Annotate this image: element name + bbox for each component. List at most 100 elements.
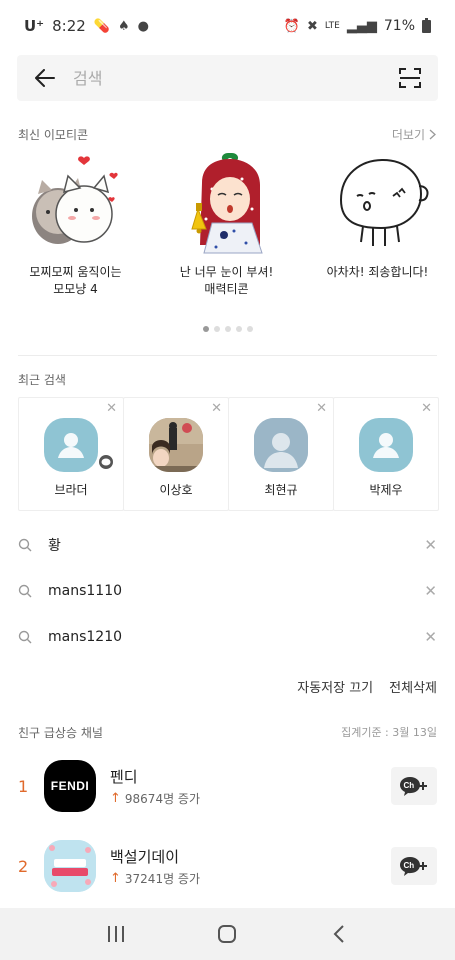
avatar bbox=[149, 418, 203, 472]
close-icon[interactable]: ✕ bbox=[316, 402, 327, 415]
chat-badge-icon bbox=[97, 453, 115, 471]
back-arrow-icon bbox=[35, 69, 55, 87]
emoticon-item[interactable]: 모찌모찌 움직이는 모모냥 4 bbox=[0, 148, 151, 308]
recent-person-card[interactable]: ✕ 최현규 bbox=[228, 397, 334, 511]
channel-logo bbox=[44, 840, 96, 892]
delete-all-button[interactable]: 전체삭제 bbox=[389, 677, 437, 696]
add-channel-button[interactable]: Ch bbox=[391, 767, 437, 805]
lte-indicator: LTE bbox=[324, 20, 340, 31]
signal-icon: ▂▄▆ bbox=[346, 18, 377, 34]
more-link[interactable]: 더보기 bbox=[392, 126, 436, 143]
person-name: 브라더 bbox=[54, 483, 88, 497]
status-right: ⏰ ✖ LTE ▂▄▆ 71% bbox=[283, 17, 431, 34]
mute-icon: ✖ bbox=[307, 18, 318, 34]
channel-rank: 1 bbox=[18, 776, 29, 796]
recent-person-card[interactable]: ✕ 이상호 bbox=[123, 397, 229, 511]
girl-bell-emoticon bbox=[172, 148, 282, 256]
add-channel-icon: Ch bbox=[400, 777, 427, 796]
alarm-icon: ⏰ bbox=[283, 18, 300, 34]
avatar bbox=[44, 418, 98, 472]
default-profile-icon bbox=[58, 433, 84, 458]
qr-scan-button[interactable] bbox=[382, 55, 438, 101]
person-name: 이상호 bbox=[159, 483, 193, 497]
emoticon-label: 모찌모찌 움직이는 모모냥 4 bbox=[29, 265, 122, 296]
history-keyword: mans1110 bbox=[48, 583, 123, 599]
svg-text:Ch: Ch bbox=[404, 781, 415, 790]
talk-icon: ● bbox=[137, 18, 149, 34]
battery-percent: 71% bbox=[383, 18, 415, 34]
close-icon[interactable]: ✕ bbox=[211, 402, 222, 415]
channel-info: 백설기데이 ↑ 37241명 증가 bbox=[110, 846, 391, 887]
divider bbox=[18, 355, 437, 356]
rising-channels-title: 친구 급상승 채널 bbox=[18, 726, 103, 740]
channel-info: 펜디 ↑ 98674명 증가 bbox=[110, 766, 391, 807]
channel-rank: 2 bbox=[18, 856, 29, 876]
recent-person-card[interactable]: ✕ 브라더 bbox=[18, 397, 124, 511]
history-item[interactable]: mans1210 ✕ bbox=[0, 614, 455, 660]
stat-text: 37241명 증가 bbox=[124, 871, 201, 886]
default-profile-icon bbox=[373, 433, 399, 458]
close-icon[interactable]: ✕ bbox=[106, 402, 117, 415]
history-keyword: 황 bbox=[48, 538, 61, 554]
autosave-off-button[interactable]: 자동저장 끄기 bbox=[297, 677, 373, 696]
channel-name: 펜디 bbox=[110, 767, 138, 786]
arrow-up-icon: ↑ bbox=[110, 790, 121, 806]
emoticon-item[interactable]: 난 너무 눈이 부셔! 매력티콘 bbox=[151, 148, 302, 308]
profile-photo bbox=[149, 418, 203, 472]
page-dot[interactable] bbox=[224, 326, 231, 332]
channel-row[interactable]: 2 백설기데이 ↑ 37241명 증가 Ch bbox=[0, 836, 455, 896]
channel-stat: ↑ 98674명 증가 bbox=[110, 790, 391, 807]
notification-icon: ♠ bbox=[117, 18, 130, 34]
baekseolgi-logo bbox=[44, 840, 96, 892]
home-button[interactable] bbox=[207, 914, 247, 954]
history-keyword: mans1210 bbox=[48, 629, 123, 645]
battery-icon bbox=[422, 17, 431, 33]
pill-icon: 💊 bbox=[93, 18, 110, 34]
recent-people-list: ✕ 브라더 ✕ 이상호 ✕ 최현규 ✕ 박제우 bbox=[18, 397, 439, 511]
recent-search-title: 최근 검색 bbox=[18, 373, 66, 387]
svg-text:Ch: Ch bbox=[404, 861, 415, 870]
close-icon[interactable]: ✕ bbox=[421, 402, 432, 415]
person-name: 박제우 bbox=[369, 483, 403, 497]
search-history-list: 황 ✕ mans1110 ✕ mans1210 ✕ bbox=[0, 522, 455, 660]
carousel-pagination bbox=[0, 326, 455, 332]
close-icon[interactable]: ✕ bbox=[424, 628, 437, 646]
history-item[interactable]: mans1110 ✕ bbox=[0, 568, 455, 614]
clock: 8:22 bbox=[52, 17, 86, 35]
search-icon bbox=[18, 630, 32, 644]
search-bar bbox=[17, 55, 438, 101]
page-dot[interactable] bbox=[235, 326, 242, 332]
back-button[interactable] bbox=[17, 55, 73, 101]
avatar bbox=[254, 418, 308, 472]
close-icon[interactable]: ✕ bbox=[424, 536, 437, 554]
page-dot[interactable] bbox=[246, 326, 253, 332]
cat-couple-emoticon bbox=[21, 148, 131, 256]
chevron-right-icon bbox=[429, 129, 436, 140]
arrow-up-icon: ↑ bbox=[110, 870, 121, 886]
search-input[interactable] bbox=[73, 55, 382, 101]
channel-name: 백설기데이 bbox=[110, 847, 180, 866]
history-item[interactable]: 황 ✕ bbox=[0, 522, 455, 568]
person-name: 최현규 bbox=[264, 483, 298, 497]
channel-stat: ↑ 37241명 증가 bbox=[110, 870, 391, 887]
channel-row[interactable]: 1 FENDI 펜디 ↑ 98674명 증가 Ch bbox=[0, 756, 455, 816]
recent-emoticons-title: 최신 이모티콘 bbox=[18, 128, 89, 142]
back-nav-button[interactable] bbox=[319, 914, 359, 954]
recent-person-card[interactable]: ✕ 박제우 bbox=[333, 397, 439, 511]
history-actions: 자동저장 끄기 전체삭제 bbox=[297, 677, 437, 696]
recent-apps-button[interactable] bbox=[96, 914, 136, 954]
scan-icon bbox=[399, 68, 421, 88]
search-icon bbox=[18, 584, 32, 598]
add-channel-icon: Ch bbox=[400, 857, 427, 876]
close-icon[interactable]: ✕ bbox=[424, 582, 437, 600]
recent-apps-icon bbox=[107, 926, 124, 942]
page-dot[interactable] bbox=[213, 326, 220, 332]
search-icon bbox=[18, 538, 32, 552]
page-dot[interactable] bbox=[202, 326, 209, 332]
add-channel-button[interactable]: Ch bbox=[391, 847, 437, 885]
emoticon-label: 아차차! 죄송합니다! bbox=[326, 265, 429, 279]
emoticon-item[interactable]: 아차차! 죄송합니다! bbox=[302, 148, 453, 308]
status-bar: U⁺ 8:22 💊 ♠ ● ⏰ ✖ LTE ▂▄▆ 71% bbox=[0, 0, 455, 52]
system-nav-bar bbox=[0, 908, 455, 960]
avatar bbox=[359, 418, 413, 472]
